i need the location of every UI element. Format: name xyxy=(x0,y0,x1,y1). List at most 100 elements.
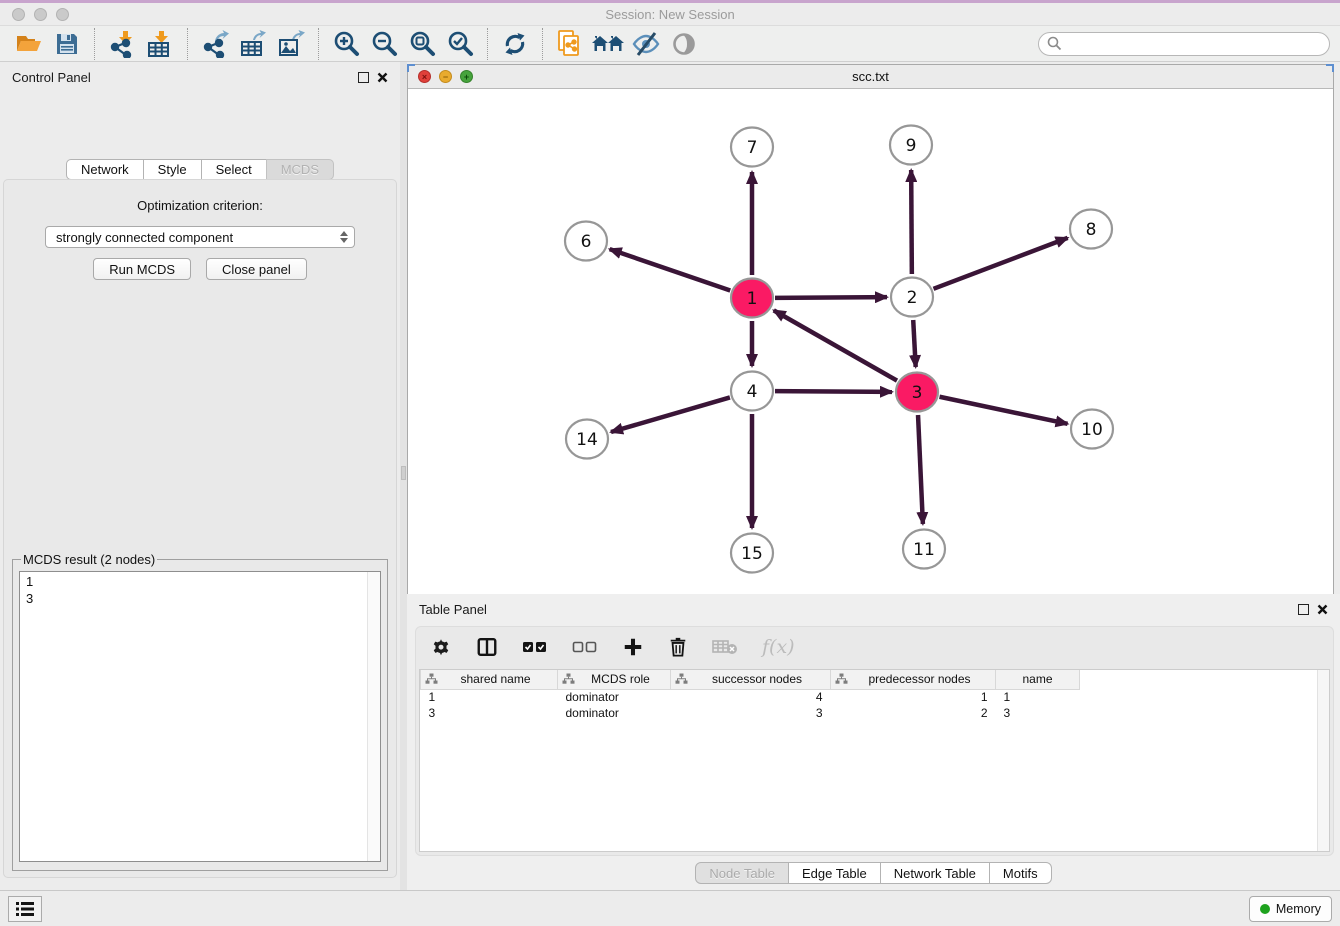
tab-network-table[interactable]: Network Table xyxy=(880,862,990,884)
zoom-fit-button[interactable] xyxy=(403,28,441,60)
network-canvas[interactable]: 7 9 6 8 1 2 4 3 14 10 15 11 xyxy=(408,89,1333,594)
close-panel-icon[interactable] xyxy=(377,72,388,83)
tab-style[interactable]: Style xyxy=(143,159,202,180)
zoom-in-button[interactable] xyxy=(327,28,365,60)
graph-edge-1-6[interactable] xyxy=(610,249,731,290)
first-neighbors-button[interactable] xyxy=(589,28,627,60)
svg-text:7: 7 xyxy=(747,138,758,158)
apply-layout-button[interactable] xyxy=(496,28,534,60)
memory-button[interactable]: Memory xyxy=(1249,896,1332,922)
graph-edge-4-14[interactable] xyxy=(611,397,730,432)
show-all-button[interactable] xyxy=(665,28,703,60)
table-cell[interactable]: 3 xyxy=(996,705,1080,721)
table-cell[interactable]: dominator xyxy=(558,705,671,721)
graph-node-7[interactable]: 7 xyxy=(731,128,773,167)
export-table-button[interactable] xyxy=(234,28,272,60)
table-cell[interactable]: dominator xyxy=(558,689,671,705)
export-network-button[interactable] xyxy=(196,28,234,60)
tab-mcds[interactable]: MCDS xyxy=(266,159,334,180)
column-header-shared-name[interactable]: shared name xyxy=(421,670,558,689)
column-header-predecessor-nodes[interactable]: predecessor nodes xyxy=(831,670,996,689)
graph-edge-3-11[interactable] xyxy=(918,415,923,524)
tab-network[interactable]: Network xyxy=(66,159,144,180)
node-table: shared nameMCDS rolesuccessor nodesprede… xyxy=(420,670,1080,721)
graph-edge-2-9[interactable] xyxy=(911,170,912,274)
export-image-button[interactable] xyxy=(272,28,310,60)
graph-node-14[interactable]: 14 xyxy=(566,420,608,459)
graph-edge-3-10[interactable] xyxy=(940,397,1068,424)
hide-selected-button[interactable] xyxy=(627,28,665,60)
column-panel-button[interactable] xyxy=(476,636,498,658)
hierarchy-icon xyxy=(675,673,688,685)
graph-node-3[interactable]: 3 xyxy=(896,373,938,412)
table-row[interactable]: 1dominator411 xyxy=(421,689,1080,705)
function-builder-button[interactable]: f(x) xyxy=(762,636,795,658)
graph-edge-2-8[interactable] xyxy=(934,238,1068,289)
column-header-MCDS-role[interactable]: MCDS role xyxy=(558,670,671,689)
graph-edge-1-2[interactable] xyxy=(775,297,887,298)
graph-node-9[interactable]: 9 xyxy=(890,126,932,165)
graph-node-15[interactable]: 15 xyxy=(731,534,773,573)
network-graph-svg: 7 9 6 8 1 2 4 3 14 10 15 11 xyxy=(408,89,1333,594)
close-panel-button[interactable]: Close panel xyxy=(206,258,307,280)
zoom-out-button[interactable] xyxy=(365,28,403,60)
column-header-name[interactable]: name xyxy=(996,670,1080,689)
deselect-all-columns-button[interactable] xyxy=(572,639,598,655)
graph-edge-4-3[interactable] xyxy=(775,391,892,392)
table-cell[interactable]: 4 xyxy=(671,689,831,705)
graph-edge-3-1[interactable] xyxy=(774,310,897,380)
tab-node-table[interactable]: Node Table xyxy=(695,862,789,884)
float-table-panel-icon[interactable] xyxy=(1298,604,1309,615)
table-settings-button[interactable] xyxy=(430,636,452,658)
application-window: Session: New Session xyxy=(0,0,1340,926)
vertical-splitter[interactable] xyxy=(400,62,407,890)
import-network-button[interactable] xyxy=(103,28,141,60)
graph-node-1[interactable]: 1 xyxy=(731,279,773,318)
table-cell[interactable]: 2 xyxy=(831,705,996,721)
tab-edge-table[interactable]: Edge Table xyxy=(788,862,881,884)
graph-node-8[interactable]: 8 xyxy=(1070,210,1112,249)
control-panel: Control Panel NetworkStyleSelectMCDS Opt… xyxy=(0,62,400,890)
table-panel-header: Table Panel xyxy=(407,594,1340,624)
search-field[interactable] xyxy=(1038,32,1330,56)
task-history-button[interactable] xyxy=(8,896,42,922)
result-scrollbar[interactable] xyxy=(367,572,380,861)
delete-row-button[interactable] xyxy=(668,636,688,658)
tab-select[interactable]: Select xyxy=(201,159,267,180)
delete-table-button[interactable] xyxy=(712,638,738,656)
table-scrollbar[interactable] xyxy=(1317,670,1329,851)
delete-table-icon xyxy=(712,638,738,656)
graph-node-6[interactable]: 6 xyxy=(565,222,607,261)
select-all-columns-button[interactable] xyxy=(522,639,548,655)
table-cell[interactable]: 3 xyxy=(671,705,831,721)
mcds-result-box[interactable]: 13 xyxy=(19,571,381,862)
table-cell[interactable]: 1 xyxy=(831,689,996,705)
table-cell[interactable]: 3 xyxy=(421,705,558,721)
run-mcds-button[interactable]: Run MCDS xyxy=(93,258,191,280)
float-panel-icon[interactable] xyxy=(358,72,369,83)
table-row[interactable]: 3dominator323 xyxy=(421,705,1080,721)
neighbors-houses-icon xyxy=(592,32,624,56)
graph-node-10[interactable]: 10 xyxy=(1071,410,1113,449)
graph-edge-2-3[interactable] xyxy=(913,320,915,367)
table-cell[interactable]: 1 xyxy=(996,689,1080,705)
graph-node-4[interactable]: 4 xyxy=(731,372,773,411)
add-row-button[interactable] xyxy=(622,636,644,658)
tab-motifs[interactable]: Motifs xyxy=(989,862,1052,884)
save-session-button[interactable] xyxy=(48,28,86,60)
criterion-select[interactable]: strongly connected component xyxy=(45,226,355,248)
graph-node-11[interactable]: 11 xyxy=(903,530,945,569)
column-header-successor-nodes[interactable]: successor nodes xyxy=(671,670,831,689)
open-session-button[interactable] xyxy=(10,28,48,60)
table-cell[interactable]: 1 xyxy=(421,689,558,705)
graph-node-2[interactable]: 2 xyxy=(891,278,933,317)
new-network-from-selection-button[interactable] xyxy=(551,28,589,60)
network-window-titlebar: × − + scc.txt xyxy=(408,65,1333,89)
search-input[interactable] xyxy=(1067,36,1321,51)
import-table-button[interactable] xyxy=(141,28,179,60)
splitter-grip[interactable] xyxy=(401,466,406,480)
close-table-panel-icon[interactable] xyxy=(1317,604,1328,615)
zoom-selected-button[interactable] xyxy=(441,28,479,60)
unchecked-boxes-icon xyxy=(572,639,598,655)
status-bar: Memory xyxy=(0,890,1340,926)
